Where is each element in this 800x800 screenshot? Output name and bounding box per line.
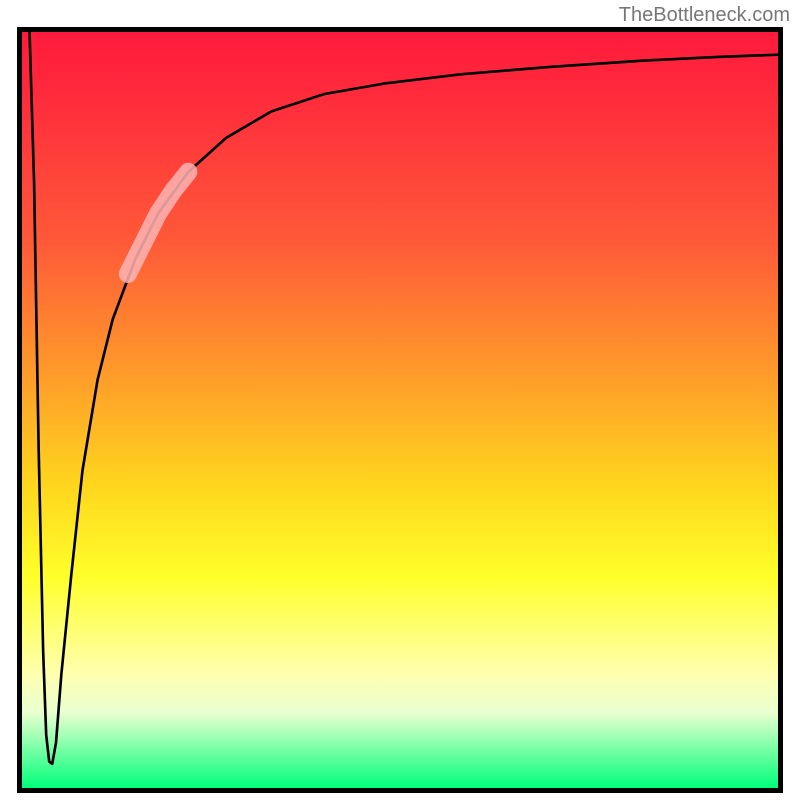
bottleneck-chart-svg <box>22 32 778 788</box>
watermark-text: TheBottleneck.com <box>619 4 790 27</box>
chart-plot-area <box>17 27 783 793</box>
bottleneck-curve-line <box>30 32 778 764</box>
highlight-segment <box>128 172 188 274</box>
